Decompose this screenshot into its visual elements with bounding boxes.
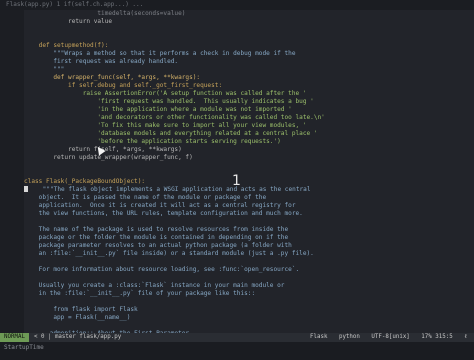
code-editor[interactable]: 1 timedelta(seconds=value)2 return value… [0,10,474,333]
code-line[interactable]: 9 def wrapper_func(self, *args, **kwargs… [24,74,474,82]
status-line: NORMAL < 0 | master flask/app.py Flask p… [0,333,474,342]
code-line[interactable]: 27 [24,218,474,226]
code-text: app = Flask(__name__) [24,314,131,321]
code-text: 'in the application where a module was n… [24,106,292,113]
code-text: def setupmethod(f): [24,42,109,49]
code-line[interactable]: 19 return update_wrapper(wrapper_func, f… [24,154,474,162]
code-line[interactable]: 5 def setupmethod(f): [24,42,474,50]
code-text: 'database models and everything related … [24,130,318,137]
code-text: first request was already handled. [24,58,179,65]
overlay-marker: 1 [232,173,241,189]
code-text: object. It is passed the name of the mod… [24,194,267,201]
code-line[interactable]: 7 first request was already handled. [24,58,474,66]
command-line[interactable]: StartupTime [0,342,474,360]
code-text: The name of the package is used to resol… [24,226,289,233]
code-text: 'and decorators or other functionality w… [24,114,325,121]
code-line[interactable]: 8 """ [24,66,474,74]
status-left: < 0 | master flask/app.py [34,334,122,340]
code-line[interactable]: 16 'database models and everything relat… [24,130,474,138]
code-line[interactable]: 38 from flask import Flask [24,306,474,314]
code-line[interactable]: 22class Flask(_PackageBoundObject): [24,178,474,186]
line-number-gutter [0,10,24,333]
code-line[interactable]: 39 app = Flask(__name__) [24,314,474,322]
code-text: class Flask(_PackageBoundObject): [24,178,146,185]
code-text: return value [24,18,113,25]
code-line[interactable]: 34 [24,274,474,282]
code-line[interactable]: 23 """The flask object implements a WSGI… [24,186,474,194]
code-line[interactable]: 10 if self.debug and self._got_first_req… [24,82,474,90]
code-line[interactable]: 13 'in the application where a module wa… [24,106,474,114]
code-text: package or the folder the module is cont… [24,234,289,241]
code-line[interactable]: 6 """Wraps a method so that it performs … [24,50,474,58]
code-line[interactable]: 37 [24,298,474,306]
code-text: raise AssertionError('A setup function w… [24,90,307,97]
editor-screen: Flask(app.py) 1 if(self.ch.app...) ... 1… [0,0,474,360]
code-line[interactable]: 32 [24,258,474,266]
code-text: Usually you create a :class:`Flask` inst… [24,282,285,289]
code-text: timedelta(seconds=value) [24,10,186,17]
code-text: if self.debug and self._got_first_reques… [24,82,223,89]
code-line[interactable]: 29 package or the folder the module is c… [24,234,474,242]
code-text: from flask import Flask [24,306,138,313]
code-line[interactable]: 1 timedelta(seconds=value) [24,10,474,18]
code-text: def wrapper_func(self, *args, **kwargs): [24,74,201,81]
code-line[interactable]: 26 the view functions, the URL rules, te… [24,210,474,218]
code-text: For more information about resource load… [24,266,300,273]
status-filetype-name: Flask [310,334,328,340]
code-line[interactable]: 36 in the :file:`__init__.py` file of yo… [24,290,474,298]
tab-title[interactable]: Flask(app.py) 1 if(self.ch.app...) ... [6,1,143,8]
code-line[interactable]: 2 return value [24,18,474,26]
code-line[interactable]: 25 application. Once it is created it wi… [24,202,474,210]
code-text: """The flask object implements a WSGI ap… [28,186,311,193]
status-position: 17% 315:5 [421,334,453,340]
code-text: an :file:`__init__.py` file inside) or a… [24,250,314,257]
code-line[interactable]: 31 an :file:`__init__.py` file inside) o… [24,250,474,258]
code-text: """ [24,66,65,73]
code-text: in the :file:`__init__.py` file of your … [24,290,256,297]
mode-indicator: NORMAL [0,333,29,342]
code-line[interactable]: 11 raise AssertionError('A setup functio… [24,90,474,98]
code-text: """Wraps a method so that it performs a … [24,50,296,57]
command-message: StartupTime [4,344,44,351]
code-text: 'first request was handled. This usually… [24,98,314,105]
code-line[interactable]: 14 'and decorators or other functionalit… [24,114,474,122]
code-line[interactable]: 24 object. It is passed the name of the … [24,194,474,202]
code-text: 'To fix this make sure to import all you… [24,122,307,129]
code-line[interactable]: 3 [24,26,474,34]
status-symbol: ℓ [464,334,467,340]
code-line[interactable]: 40 [24,322,474,330]
code-text: package parameter resolves to an actual … [24,242,292,249]
code-line[interactable]: 17 'before the application starts servin… [24,138,474,146]
code-text: return update_wrapper(wrapper_func, f) [24,154,193,161]
code-text: the view functions, the URL rules, templ… [24,210,303,217]
status-language: python [338,334,360,340]
code-text: 'before the application starts serving r… [24,138,281,145]
code-line[interactable]: 20 [24,162,474,170]
code-line[interactable]: 12 'first request was handled. This usua… [24,98,474,106]
code-text: application. Once it is created it will … [24,202,296,209]
tab-bar: Flask(app.py) 1 if(self.ch.app...) ... [0,0,474,10]
status-encoding: UTF-8[unix] [371,334,410,340]
code-line[interactable]: 18 return f(self, *args, **kwargs) [24,146,474,154]
code-line[interactable]: 33 For more information about resource l… [24,266,474,274]
code-line[interactable]: 15 'To fix this make sure to import all … [24,122,474,130]
code-line[interactable]: 30 package parameter resolves to an actu… [24,242,474,250]
code-line[interactable]: 21 [24,170,474,178]
code-content[interactable]: 1 timedelta(seconds=value)2 return value… [24,10,474,333]
code-line[interactable]: 4 [24,34,474,42]
code-line[interactable]: 28 The name of the package is used to re… [24,226,474,234]
status-right: Flask python UTF-8[unix] 17% 315:5 ℓ [306,333,471,342]
code-line[interactable]: 35 Usually you create a :class:`Flask` i… [24,282,474,290]
